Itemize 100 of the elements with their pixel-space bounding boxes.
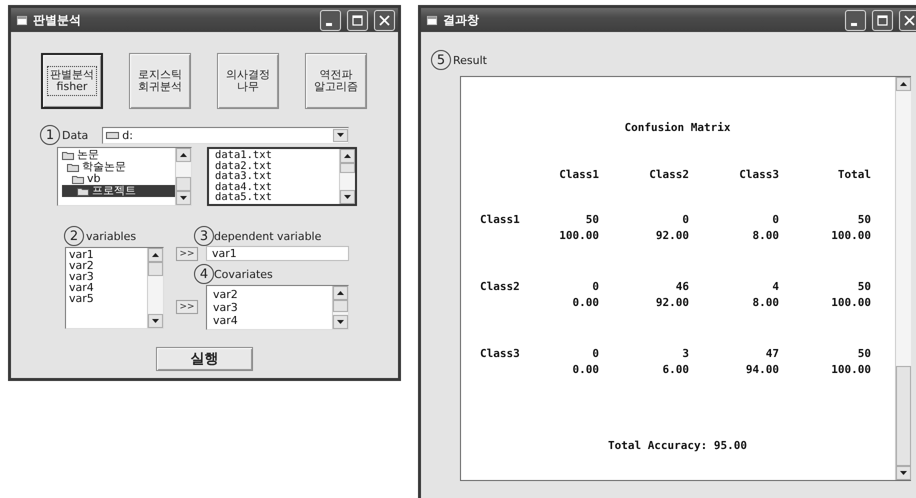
percent-cell-text: 6.00 <box>662 363 689 376</box>
folder-item[interactable]: 프로젝트 <box>90 185 138 197</box>
scroll-thumb[interactable] <box>176 177 191 191</box>
variables-list[interactable]: var1 var2 var3 var4 var5 <box>65 247 164 329</box>
file-item[interactable]: data1.txt <box>215 150 333 160</box>
percent-cell-text: 100.00 <box>558 229 599 242</box>
window-title: 판별분석 <box>33 12 82 28</box>
count-cell-text: 50 <box>856 213 871 226</box>
count-cell-text: 3 <box>681 347 689 360</box>
drive-value: d: <box>122 130 133 140</box>
covariates-label: Covariates <box>214 268 273 280</box>
percent-cell-text: 0.00 <box>572 296 599 309</box>
percent-cell-text: 92.00 <box>654 229 689 242</box>
step-marker: 2 <box>64 226 84 246</box>
file-list[interactable]: data1.txt data2.txt data3.txt data4.txt data5.txt <box>207 147 357 206</box>
scroll-down-button[interactable] <box>896 466 911 480</box>
maximize-icon <box>877 14 888 26</box>
dependent-variable-field[interactable]: var1 <box>206 246 349 261</box>
count-cell-text: 4 <box>771 280 779 293</box>
scroll-up-button[interactable] <box>176 148 191 162</box>
close-icon <box>379 14 390 26</box>
window-icon <box>427 16 437 24</box>
percent-cell-text: 8.00 <box>752 296 779 309</box>
variable-item[interactable]: var2 <box>69 260 144 271</box>
row-header: Class1 <box>480 213 521 226</box>
scroll-down-button[interactable] <box>176 191 191 205</box>
dropdown-button[interactable] <box>333 128 348 142</box>
folder-icon <box>62 150 74 160</box>
data-label: Data <box>62 128 88 142</box>
percent-cell-text: 100.00 <box>830 363 871 376</box>
variable-item[interactable]: var5 <box>69 293 144 304</box>
column-header: Class1 <box>558 168 599 181</box>
minimize-button[interactable] <box>320 10 341 30</box>
down-arrow-icon <box>152 319 159 323</box>
maximize-button[interactable] <box>872 10 893 30</box>
variable-item[interactable]: var3 <box>69 271 144 282</box>
scroll-up-button[interactable] <box>333 286 348 300</box>
scroll-down-button[interactable] <box>333 315 348 329</box>
variable-item[interactable]: var4 <box>69 282 144 293</box>
step-marker: 3 <box>194 226 214 246</box>
window-title: 결과창 <box>443 12 480 28</box>
row-header: Class2 <box>480 280 521 293</box>
minimize-icon <box>326 22 332 26</box>
percent-cell-text: 100.00 <box>830 296 871 309</box>
variable-item[interactable]: var1 <box>69 249 144 260</box>
scrollbar[interactable] <box>339 149 355 204</box>
covariate-item[interactable]: var2 <box>213 288 326 301</box>
matrix-heading: Confusion Matrix <box>624 121 730 134</box>
maximize-button[interactable] <box>347 10 368 30</box>
up-arrow-icon <box>900 82 907 86</box>
file-item[interactable]: data4.txt <box>215 182 333 192</box>
scrollbar[interactable] <box>147 248 163 328</box>
file-item[interactable]: data3.txt <box>215 171 333 182</box>
folder-item[interactable]: vb <box>85 173 102 185</box>
folder-list[interactable]: 논문 학술논문 vb 프로젝트 <box>57 147 192 206</box>
scroll-up-button[interactable] <box>148 248 163 262</box>
drive-dropdown[interactable]: d: <box>102 126 350 144</box>
count-cell-text: 50 <box>584 213 599 226</box>
covariate-item[interactable]: var4 <box>213 314 326 327</box>
count-cell-text: 0 <box>771 213 779 226</box>
move-button[interactable]: >> <box>176 246 198 260</box>
scrollbar[interactable] <box>175 148 191 205</box>
folder-item[interactable]: 학술논문 <box>80 161 128 173</box>
scrollbar[interactable] <box>332 286 348 329</box>
move-button[interactable]: >> <box>176 300 198 314</box>
scroll-thumb[interactable] <box>340 163 355 173</box>
step-marker: 5 <box>431 50 451 70</box>
close-button[interactable] <box>374 10 395 30</box>
scroll-down-button[interactable] <box>340 190 355 204</box>
file-item[interactable]: data5.txt <box>215 192 333 202</box>
scroll-thumb[interactable] <box>333 300 348 312</box>
minimize-button[interactable] <box>845 10 866 30</box>
percent-cell-text: 100.00 <box>830 229 871 242</box>
count-cell-text: 50 <box>856 280 871 293</box>
minimize-icon <box>850 22 856 26</box>
method-button[interactable]: 로지스틱 회귀분석 <box>129 53 191 109</box>
scroll-thumb[interactable] <box>148 262 163 276</box>
dependent-variable-label: dependent variable <box>214 230 322 242</box>
row-header: Class3 <box>480 347 521 360</box>
column-header: Total <box>836 168 871 181</box>
scrollbar[interactable] <box>895 77 911 480</box>
method-button[interactable]: 역전파 알고리즘 <box>305 53 367 109</box>
file-item[interactable]: data2.txt <box>215 160 333 171</box>
method-button[interactable]: 의사결정 나무 <box>217 53 279 109</box>
scroll-down-button[interactable] <box>148 314 163 328</box>
close-button[interactable] <box>899 10 916 30</box>
covariate-item[interactable]: var3 <box>213 301 326 314</box>
up-arrow-icon <box>152 253 159 257</box>
percent-cell-text: 92.00 <box>654 296 689 309</box>
covariates-list[interactable]: var2 var3 var4 <box>206 285 349 330</box>
folder-item[interactable]: 논문 <box>75 149 101 161</box>
total-accuracy: Total Accuracy: 95.00 <box>608 439 748 452</box>
count-cell-text: 47 <box>764 347 779 360</box>
scroll-up-button[interactable] <box>340 149 355 163</box>
method-button[interactable]: 판별분석 fisher <box>41 53 103 109</box>
up-arrow-icon <box>180 153 187 157</box>
run-button[interactable]: 실행 <box>156 347 253 371</box>
column-header: Class3 <box>738 168 779 181</box>
scroll-up-button[interactable] <box>896 77 911 91</box>
scroll-thumb[interactable] <box>896 366 911 466</box>
